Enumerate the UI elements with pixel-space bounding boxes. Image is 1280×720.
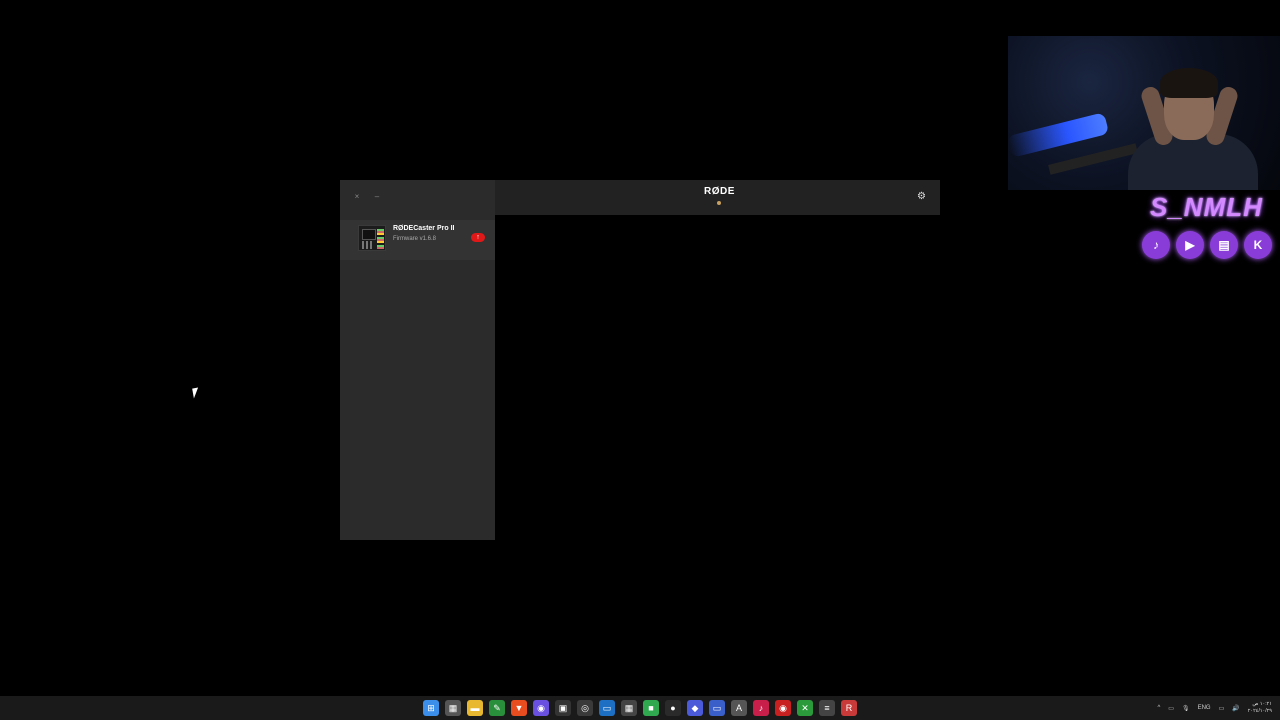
xbox-icon[interactable]: ✕ (797, 700, 813, 716)
device-firmware: Firmware v1.6.8 (393, 236, 437, 242)
brave-icon[interactable]: ▼ (511, 700, 527, 716)
tools-icon[interactable]: A (731, 700, 747, 716)
monitor-icon[interactable]: ▭ (709, 700, 725, 716)
channel-name: S_NMLH (1150, 192, 1263, 222)
calendar-icon[interactable]: ▦ (445, 700, 461, 716)
gear-icon[interactable]: ⚙ (917, 191, 926, 202)
notepad-icon[interactable]: ✎ (489, 700, 505, 716)
taskbar: ⊞ ▦ ▬ ✎ ▼ ◉ ▣ ◎ ▭ ▦ ■ ● ◆ ▭ A ♪ ◉ ✕ ≡ R ^ ▭ 🎙 ENG ▭ 🔊 ١٠:٢١… (0, 696, 1280, 720)
twitch-icon: ▤ (1210, 231, 1238, 259)
window-controls: × – (352, 192, 382, 202)
network-icon[interactable]: ▭ (1219, 705, 1225, 712)
kick-icon: K (1244, 231, 1272, 259)
tiktok-app-icon[interactable]: ♪ (753, 700, 769, 716)
status-dot (717, 201, 721, 205)
window-icon[interactable]: ▭ (599, 700, 615, 716)
clock-time: ١٠:٢١ ص (1252, 701, 1272, 707)
discord-icon[interactable]: ◉ (533, 700, 549, 716)
device-name: RØDECaster Pro II (393, 225, 455, 232)
taskbar-apps: ⊞ ▦ ▬ ✎ ▼ ◉ ▣ ◎ ▭ ▦ ■ ● ◆ ▭ A ♪ ◉ ✕ ≡ R (423, 700, 857, 716)
volume-icon[interactable]: 🔊 (1232, 705, 1239, 712)
app-header: RØDE ⚙ (495, 180, 940, 215)
tiktok-icon: ♪ (1142, 231, 1170, 259)
start-icon[interactable]: ⊞ (423, 700, 439, 716)
close-button[interactable]: × (352, 192, 362, 202)
firmware-update-icon[interactable]: ↑ (471, 233, 485, 242)
social-icons: ♪ ▶ ▤ K (1142, 231, 1272, 259)
microphone-icon[interactable]: 🎙 (1182, 705, 1190, 712)
clock-date: ٢٠٢٤/١٠/٢٩ (1247, 708, 1272, 714)
language-indicator[interactable]: ENG (1198, 705, 1211, 711)
webcam-overlay (1008, 36, 1280, 190)
chevron-up-icon[interactable]: ^ (1157, 705, 1160, 711)
rode-central-window: × – RØDECaster Pro II Firmware v1.6.8 ↑ … (340, 180, 940, 540)
lock-icon[interactable]: ■ (643, 700, 659, 716)
battery-icon[interactable]: ▭ (1168, 705, 1174, 712)
rode-logo: RØDE (704, 186, 735, 197)
system-tray: ^ ▭ 🎙 ENG ▭ 🔊 ١٠:٢١ ص ٢٠٢٤/١٠/٢٩ (1157, 701, 1272, 715)
youtube-icon: ▶ (1176, 231, 1204, 259)
file-explorer-icon[interactable]: ▬ (467, 700, 483, 716)
grid-icon[interactable]: ▦ (621, 700, 637, 716)
app-dark-icon[interactable]: ▣ (555, 700, 571, 716)
device-list-item[interactable]: RØDECaster Pro II Firmware v1.6.8 ↑ (340, 220, 495, 260)
record-icon[interactable]: ◉ (775, 700, 791, 716)
device-sidebar: × – RØDECaster Pro II Firmware v1.6.8 ↑ (340, 180, 495, 540)
minimize-button[interactable]: – (372, 192, 382, 202)
mouse-cursor (192, 387, 200, 399)
clock[interactable]: ١٠:٢١ ص ٢٠٢٤/١٠/٢٩ (1248, 701, 1272, 715)
audio-icon[interactable]: ≡ (819, 700, 835, 716)
steam-icon[interactable]: ● (665, 700, 681, 716)
chrome-icon[interactable]: ◎ (577, 700, 593, 716)
diamond-icon[interactable]: ◆ (687, 700, 703, 716)
rode-central-icon[interactable]: R (841, 700, 857, 716)
rodecaster-thumbnail (358, 225, 386, 251)
